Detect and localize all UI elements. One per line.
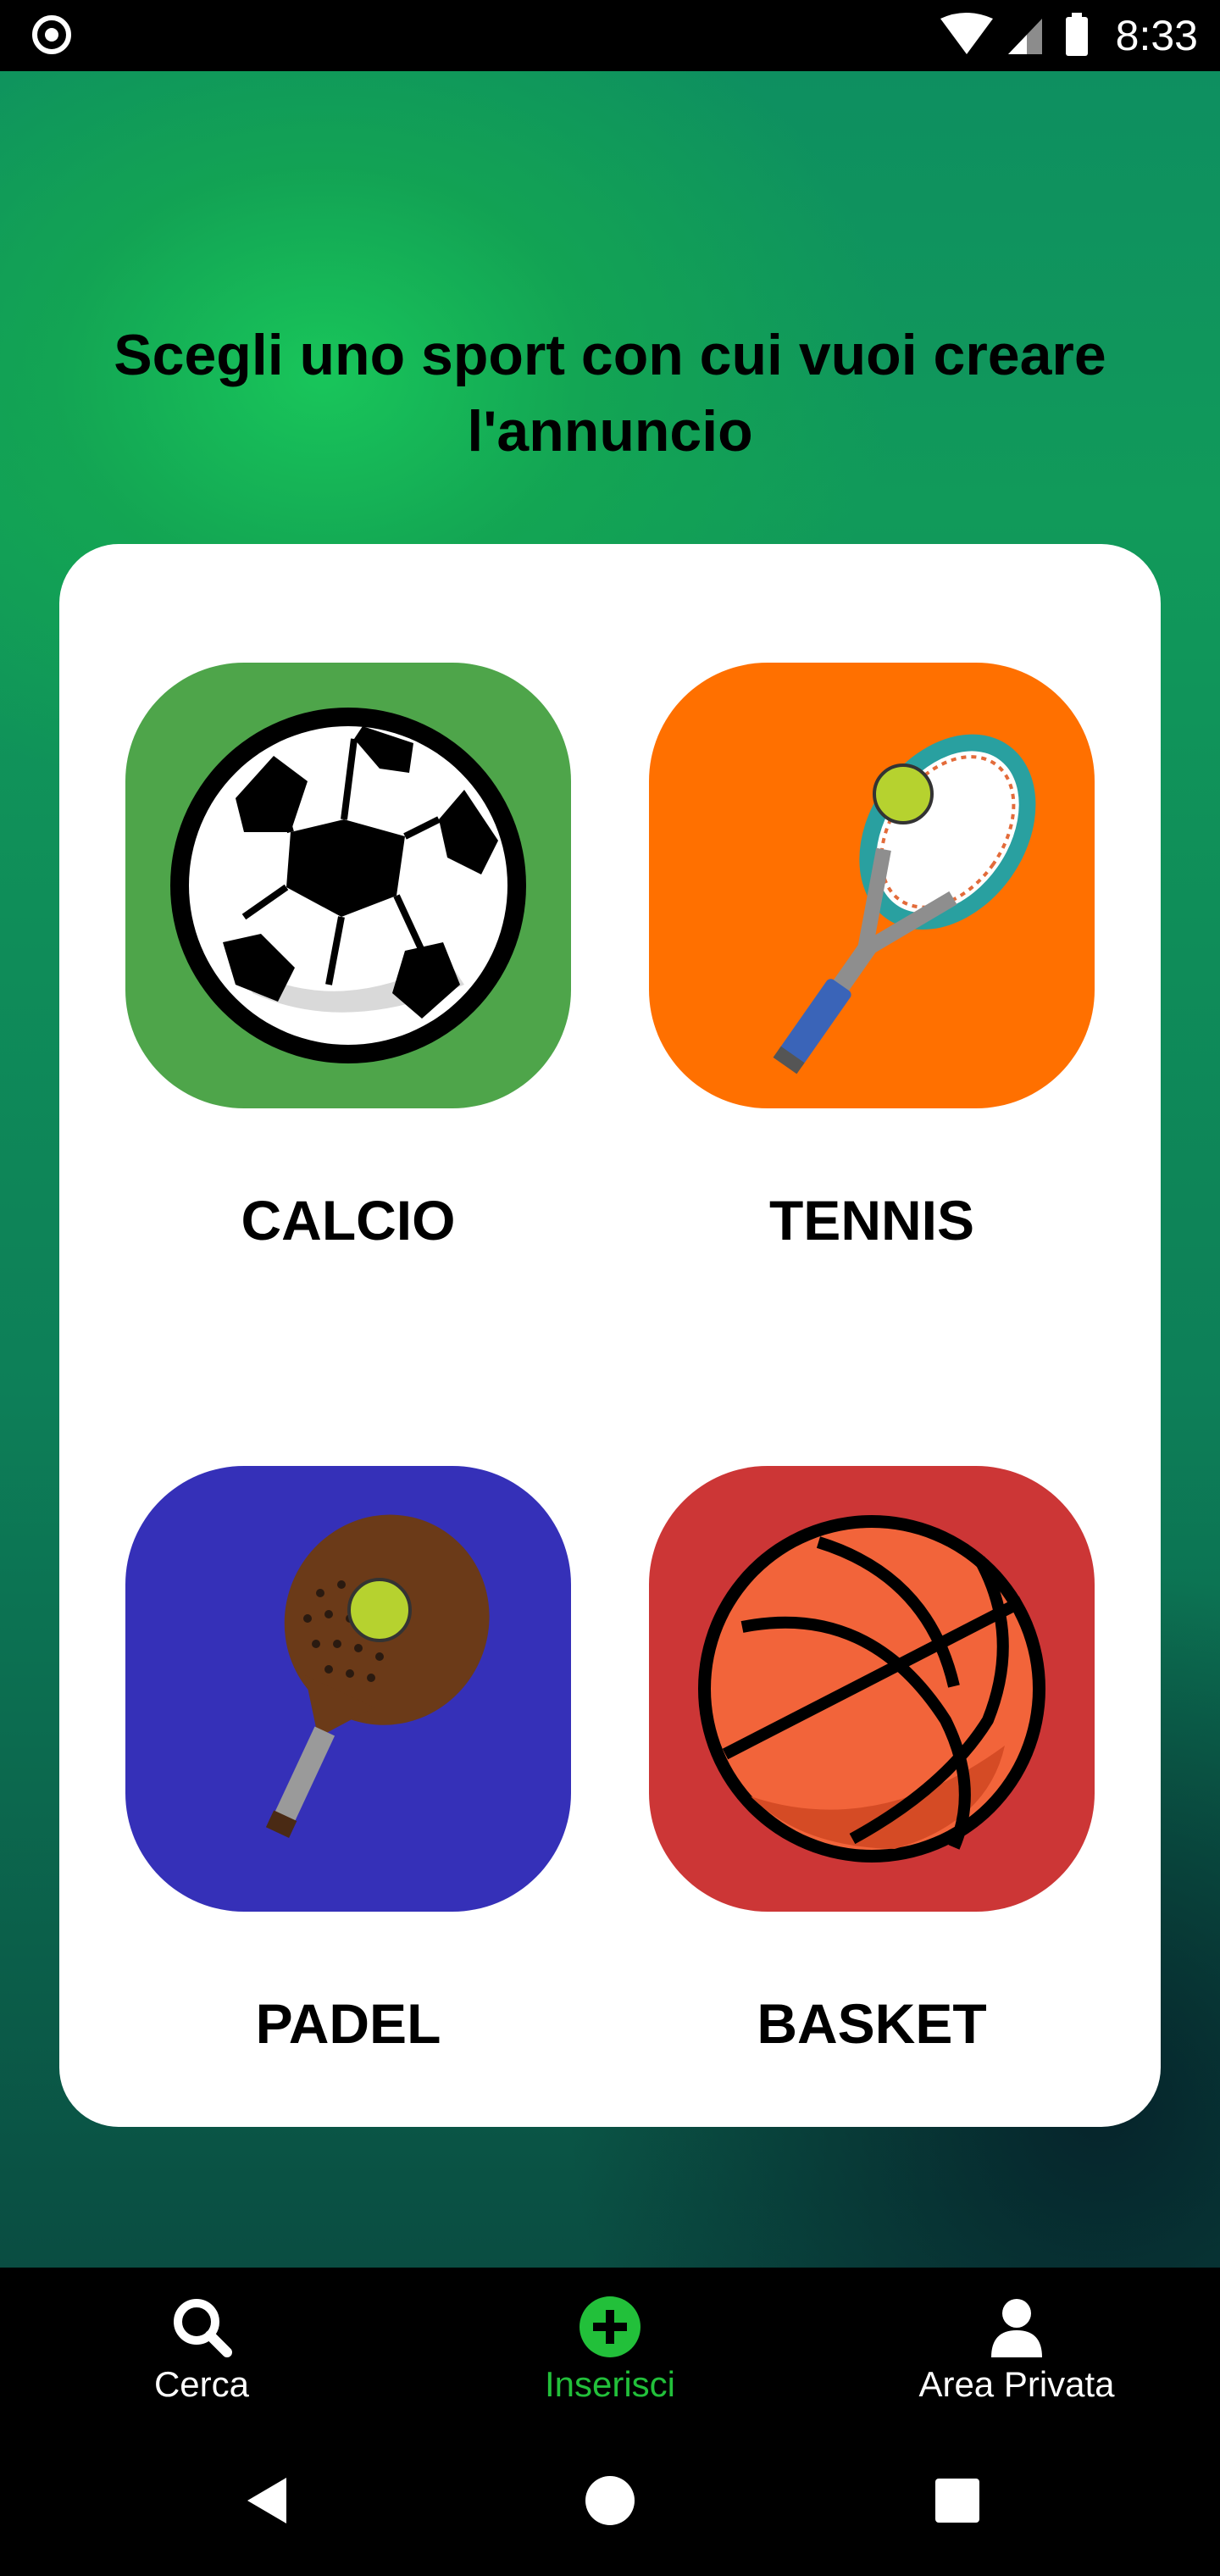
sport-tile-tennis[interactable] xyxy=(649,663,1095,1108)
sport-label-padel: PADEL xyxy=(255,1992,441,2055)
back-icon[interactable] xyxy=(237,2471,297,2530)
sport-label-tennis: TENNIS xyxy=(768,1189,975,1252)
padel-racket-icon xyxy=(125,1466,571,1912)
nav-tab-inserisci[interactable]: Inserisci xyxy=(458,2293,762,2405)
nav-tab-cerca[interactable]: Cerca xyxy=(49,2293,354,2405)
sport-grid-card: CALCIO TENNIS PADEL BASKET xyxy=(59,544,1161,2127)
nav-label-area-privata: Area Privata xyxy=(918,2364,1115,2404)
sport-tile-padel[interactable] xyxy=(125,1466,571,1912)
wifi-icon xyxy=(940,13,993,54)
screen-record-icon xyxy=(32,15,71,54)
tennis-racket-icon xyxy=(649,663,1095,1108)
nav-label-cerca: Cerca xyxy=(153,2364,250,2404)
recents-icon[interactable] xyxy=(928,2471,987,2530)
nav-tab-area-privata[interactable]: Area Privata xyxy=(864,2293,1169,2405)
search-icon xyxy=(174,2299,232,2357)
battery-icon xyxy=(1066,13,1088,56)
nav-label-inserisci: Inserisci xyxy=(544,2364,676,2404)
soccer-ball-icon xyxy=(125,663,571,1108)
sport-label-basket: BASKET xyxy=(757,1992,987,2055)
sport-label-calcio: CALCIO xyxy=(241,1189,456,1252)
status-bar: 8:33 xyxy=(0,0,1220,71)
status-time: 8:33 xyxy=(1115,12,1198,59)
sport-tile-basket[interactable] xyxy=(649,1466,1095,1912)
add-circle-icon xyxy=(580,2296,640,2357)
home-icon[interactable] xyxy=(580,2471,640,2530)
user-icon xyxy=(991,2299,1042,2357)
page-title: Scegli uno sport con cui vuoi creare l'a… xyxy=(114,323,1106,464)
basketball-icon xyxy=(649,1466,1095,1912)
bottom-navigation: Cerca Inserisci Area Privata xyxy=(0,2268,1220,2576)
main-content: Scegli uno sport con cui vuoi creare l'a… xyxy=(0,71,1220,2268)
sport-tile-calcio[interactable] xyxy=(125,663,571,1108)
